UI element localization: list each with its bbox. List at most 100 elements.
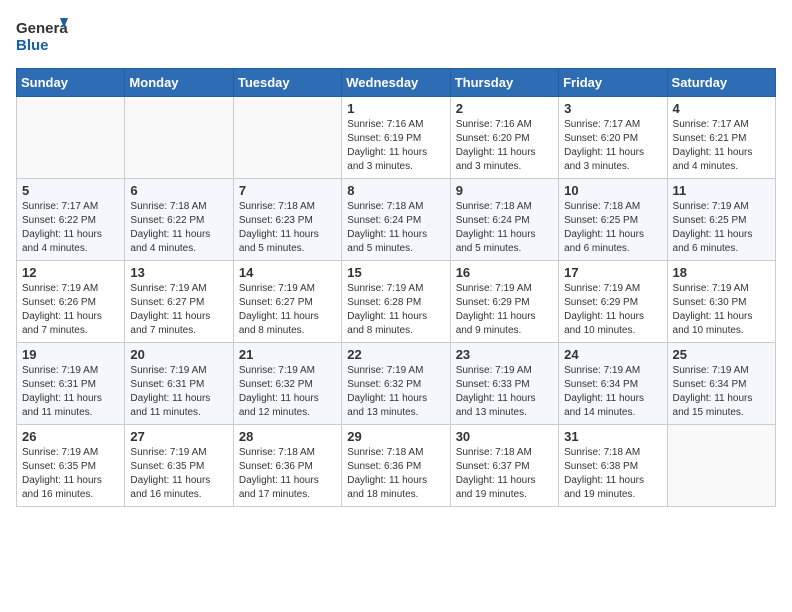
day-number: 27 [130, 429, 227, 444]
day-number: 23 [456, 347, 553, 362]
day-info: Sunrise: 7:19 AM Sunset: 6:26 PM Dayligh… [22, 282, 119, 338]
calendar-cell: 8 Sunrise: 7:18 AM Sunset: 6:24 PM Daylig… [342, 179, 450, 261]
day-info: Sunrise: 7:19 AM Sunset: 6:30 PM Dayligh… [673, 282, 770, 338]
day-number: 21 [239, 347, 336, 362]
calendar-table: SundayMondayTuesdayWednesdayThursdayFrid… [16, 68, 776, 507]
day-number: 20 [130, 347, 227, 362]
day-info: Sunrise: 7:18 AM Sunset: 6:37 PM Dayligh… [456, 446, 553, 502]
day-info: Sunrise: 7:19 AM Sunset: 6:35 PM Dayligh… [130, 446, 227, 502]
calendar-cell: 29 Sunrise: 7:18 AM Sunset: 6:36 PM Dayli… [342, 425, 450, 507]
day-number: 11 [673, 183, 770, 198]
day-number: 22 [347, 347, 444, 362]
calendar-cell: 19 Sunrise: 7:19 AM Sunset: 6:31 PM Dayli… [17, 343, 125, 425]
day-info: Sunrise: 7:16 AM Sunset: 6:20 PM Dayligh… [456, 118, 553, 174]
day-number: 31 [564, 429, 661, 444]
calendar-cell: 9Sunrise: 7:18 AM Sunset: 6:24 PM Daylig… [450, 179, 558, 261]
day-info: Sunrise: 7:18 AM Sunset: 6:38 PM Dayligh… [564, 446, 661, 502]
day-number: 1 [347, 101, 444, 116]
day-info: Sunrise: 7:18 AM Sunset: 6:24 PM Dayligh… [347, 200, 444, 256]
calendar-cell: 16 Sunrise: 7:19 AM Sunset: 6:29 PM Dayli… [450, 261, 558, 343]
day-info: Sunrise: 7:19 AM Sunset: 6:32 PM Dayligh… [239, 364, 336, 420]
day-info: Sunrise: 7:19 AM Sunset: 6:29 PM Dayligh… [456, 282, 553, 338]
calendar-cell [125, 97, 233, 179]
day-number: 8 [347, 183, 444, 198]
day-info: Sunrise: 7:18 AM Sunset: 6:36 PM Dayligh… [239, 446, 336, 502]
weekday-header: Wednesday [342, 69, 450, 97]
day-number: 17 [564, 265, 661, 280]
day-number: 24 [564, 347, 661, 362]
weekday-header: Monday [125, 69, 233, 97]
day-info: Sunrise: 7:19 AM Sunset: 6:34 PM Dayligh… [564, 364, 661, 420]
day-number: 6 [130, 183, 227, 198]
day-number: 14 [239, 265, 336, 280]
day-info: Sunrise: 7:18 AM Sunset: 6:22 PM Dayligh… [130, 200, 227, 256]
day-number: 29 [347, 429, 444, 444]
calendar-cell: 15 Sunrise: 7:19 AM Sunset: 6:28 PM Dayli… [342, 261, 450, 343]
day-info: Sunrise: 7:19 AM Sunset: 6:31 PM Dayligh… [22, 364, 119, 420]
svg-text:Blue: Blue [16, 37, 49, 54]
day-info: Sunrise: 7:19 AM Sunset: 6:34 PM Dayligh… [673, 364, 770, 420]
calendar-cell: 30 Sunrise: 7:18 AM Sunset: 6:37 PM Dayli… [450, 425, 558, 507]
day-number: 18 [673, 265, 770, 280]
day-info: Sunrise: 7:17 AM Sunset: 6:20 PM Dayligh… [564, 118, 661, 174]
calendar-cell: 28 Sunrise: 7:18 AM Sunset: 6:36 PM Dayli… [233, 425, 341, 507]
calendar-cell: 18 Sunrise: 7:19 AM Sunset: 6:30 PM Dayli… [667, 261, 775, 343]
day-info: Sunrise: 7:16 AM Sunset: 6:19 PM Dayligh… [347, 118, 444, 174]
weekday-header: Saturday [667, 69, 775, 97]
calendar-cell: 21 Sunrise: 7:19 AM Sunset: 6:32 PM Dayli… [233, 343, 341, 425]
day-info: Sunrise: 7:18 AM Sunset: 6:23 PM Dayligh… [239, 200, 336, 256]
calendar-cell: 11 Sunrise: 7:19 AM Sunset: 6:25 PM Dayli… [667, 179, 775, 261]
day-info: Sunrise: 7:19 AM Sunset: 6:31 PM Dayligh… [130, 364, 227, 420]
day-number: 19 [22, 347, 119, 362]
day-number: 2 [456, 101, 553, 116]
day-number: 16 [456, 265, 553, 280]
calendar-week-row: 1 Sunrise: 7:16 AM Sunset: 6:19 PM Daylig… [17, 97, 776, 179]
calendar-cell: 24 Sunrise: 7:19 AM Sunset: 6:34 PM Dayli… [559, 343, 667, 425]
day-number: 10 [564, 183, 661, 198]
calendar-cell: 26 Sunrise: 7:19 AM Sunset: 6:35 PM Dayli… [17, 425, 125, 507]
calendar-cell: 23 Sunrise: 7:19 AM Sunset: 6:33 PM Dayli… [450, 343, 558, 425]
calendar-cell: 25 Sunrise: 7:19 AM Sunset: 6:34 PM Dayli… [667, 343, 775, 425]
svg-text:General: General [16, 20, 68, 37]
day-number: 25 [673, 347, 770, 362]
day-info: Sunrise: 7:17 AM Sunset: 6:21 PM Dayligh… [673, 118, 770, 174]
day-info: Sunrise: 7:19 AM Sunset: 6:29 PM Dayligh… [564, 282, 661, 338]
weekday-header: Tuesday [233, 69, 341, 97]
day-info: Sunrise: 7:18 AM Sunset: 6:36 PM Dayligh… [347, 446, 444, 502]
day-info: Sunrise: 7:18 AM Sunset: 6:25 PM Dayligh… [564, 200, 661, 256]
weekday-header: Friday [559, 69, 667, 97]
calendar-week-row: 5 Sunrise: 7:17 AM Sunset: 6:22 PM Daylig… [17, 179, 776, 261]
day-number: 26 [22, 429, 119, 444]
day-number: 15 [347, 265, 444, 280]
calendar-cell: 1 Sunrise: 7:16 AM Sunset: 6:19 PM Daylig… [342, 97, 450, 179]
day-info: Sunrise: 7:19 AM Sunset: 6:27 PM Dayligh… [130, 282, 227, 338]
calendar-cell [667, 425, 775, 507]
calendar-cell: 22 Sunrise: 7:19 AM Sunset: 6:32 PM Dayli… [342, 343, 450, 425]
day-info: Sunrise: 7:19 AM Sunset: 6:28 PM Dayligh… [347, 282, 444, 338]
calendar-week-row: 19 Sunrise: 7:19 AM Sunset: 6:31 PM Dayli… [17, 343, 776, 425]
calendar-cell: 7Sunrise: 7:18 AM Sunset: 6:23 PM Daylig… [233, 179, 341, 261]
day-info: Sunrise: 7:19 AM Sunset: 6:25 PM Dayligh… [673, 200, 770, 256]
day-number: 30 [456, 429, 553, 444]
day-number: 5 [22, 183, 119, 198]
day-number: 28 [239, 429, 336, 444]
weekday-header: Thursday [450, 69, 558, 97]
calendar-cell: 2 Sunrise: 7:16 AM Sunset: 6:20 PM Daylig… [450, 97, 558, 179]
calendar-week-row: 12 Sunrise: 7:19 AM Sunset: 6:26 PM Dayli… [17, 261, 776, 343]
calendar-cell: 5 Sunrise: 7:17 AM Sunset: 6:22 PM Daylig… [17, 179, 125, 261]
calendar-cell: 14 Sunrise: 7:19 AM Sunset: 6:27 PM Dayli… [233, 261, 341, 343]
calendar-week-row: 26 Sunrise: 7:19 AM Sunset: 6:35 PM Dayli… [17, 425, 776, 507]
day-number: 13 [130, 265, 227, 280]
logo: General Blue [16, 16, 68, 56]
day-info: Sunrise: 7:19 AM Sunset: 6:35 PM Dayligh… [22, 446, 119, 502]
weekday-header: Sunday [17, 69, 125, 97]
calendar-cell: 4Sunrise: 7:17 AM Sunset: 6:21 PM Daylig… [667, 97, 775, 179]
day-number: 3 [564, 101, 661, 116]
calendar-cell [17, 97, 125, 179]
day-number: 12 [22, 265, 119, 280]
day-info: Sunrise: 7:19 AM Sunset: 6:32 PM Dayligh… [347, 364, 444, 420]
day-info: Sunrise: 7:17 AM Sunset: 6:22 PM Dayligh… [22, 200, 119, 256]
day-info: Sunrise: 7:19 AM Sunset: 6:27 PM Dayligh… [239, 282, 336, 338]
calendar-cell: 13 Sunrise: 7:19 AM Sunset: 6:27 PM Dayli… [125, 261, 233, 343]
day-info: Sunrise: 7:19 AM Sunset: 6:33 PM Dayligh… [456, 364, 553, 420]
